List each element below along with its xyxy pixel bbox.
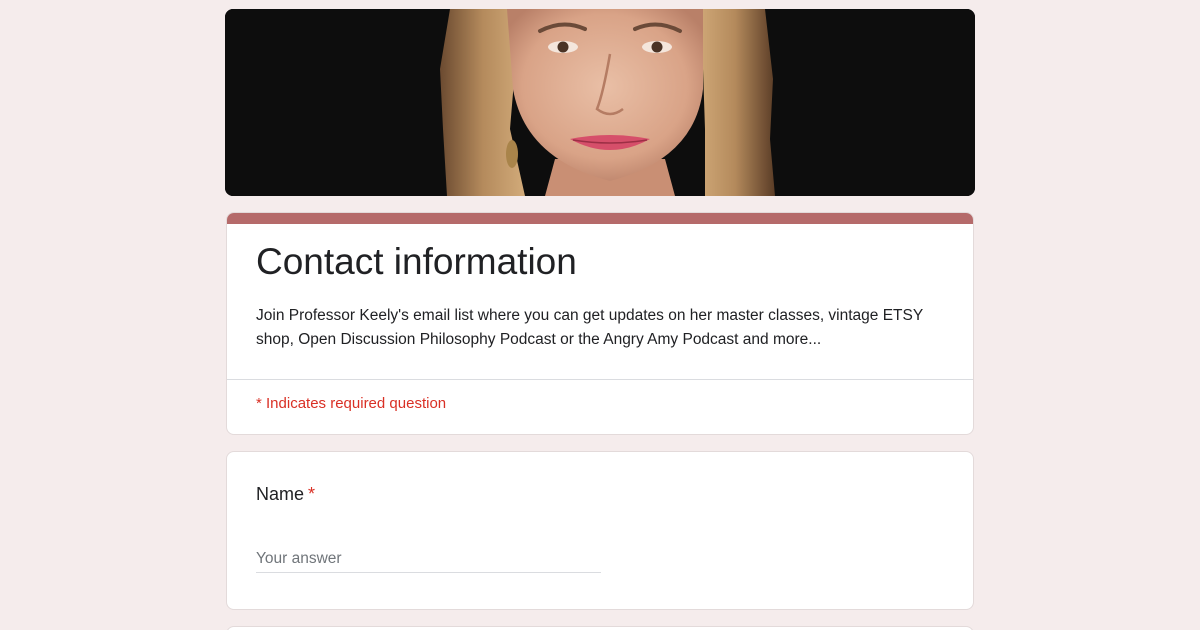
accent-bar — [227, 213, 973, 224]
question-label-text: Name — [256, 484, 305, 504]
header-image — [225, 9, 975, 196]
name-input[interactable] — [256, 546, 601, 573]
question-label: Name * — [256, 484, 315, 505]
required-asterisk: * — [308, 484, 316, 504]
divider — [227, 379, 973, 380]
form-page: Contact information Join Professor Keely… — [0, 0, 1200, 630]
question-card-name: Name * — [226, 451, 974, 610]
form-header-card: Contact information Join Professor Keely… — [226, 212, 974, 435]
required-note: * Indicates required question — [256, 395, 447, 412]
form-description: Join Professor Keely's email list where … — [256, 307, 923, 348]
form-title: Contact information — [256, 241, 577, 282]
next-question-card — [226, 626, 974, 630]
portrait-photo — [225, 9, 975, 196]
